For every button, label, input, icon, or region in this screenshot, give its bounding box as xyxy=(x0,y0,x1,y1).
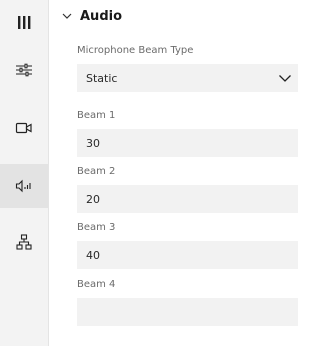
beam1-input[interactable]: 30 xyxy=(77,129,298,157)
sliders-icon xyxy=(16,63,32,77)
sidebar-rail xyxy=(0,0,49,346)
chevron-down-icon xyxy=(62,13,72,19)
sidebar-item-camera[interactable] xyxy=(0,106,48,150)
beam3-value: 40 xyxy=(86,248,100,262)
speaker-audio-icon xyxy=(15,179,31,193)
beam3-label: Beam 3 xyxy=(77,222,116,233)
section-header-audio[interactable]: Audio xyxy=(60,6,122,26)
beam1-value: 30 xyxy=(86,136,100,150)
hamburger-menu-icon xyxy=(18,16,31,29)
sidebar-item-audio[interactable] xyxy=(0,164,48,208)
beam4-input[interactable] xyxy=(77,298,298,326)
sidebar-item-network[interactable] xyxy=(0,220,48,264)
camera-icon xyxy=(15,122,32,134)
chevron-down-icon xyxy=(279,75,291,82)
menu-button[interactable] xyxy=(0,0,48,44)
beam2-value: 20 xyxy=(86,192,100,206)
beam-type-value: Static xyxy=(86,71,118,85)
audio-settings-panel: Audio Microphone Beam Type Static Beam 1… xyxy=(48,0,298,346)
beam1-label: Beam 1 xyxy=(77,110,116,121)
network-icon xyxy=(16,234,32,250)
sidebar-item-settings[interactable] xyxy=(0,48,48,92)
beam2-input[interactable]: 20 xyxy=(77,185,298,213)
beam-type-select[interactable]: Static xyxy=(77,64,298,92)
beam3-input[interactable]: 40 xyxy=(77,241,298,269)
beam2-label: Beam 2 xyxy=(77,166,116,177)
beam-type-label: Microphone Beam Type xyxy=(77,45,194,56)
beam4-label: Beam 4 xyxy=(77,279,116,290)
section-title: Audio xyxy=(80,8,123,24)
